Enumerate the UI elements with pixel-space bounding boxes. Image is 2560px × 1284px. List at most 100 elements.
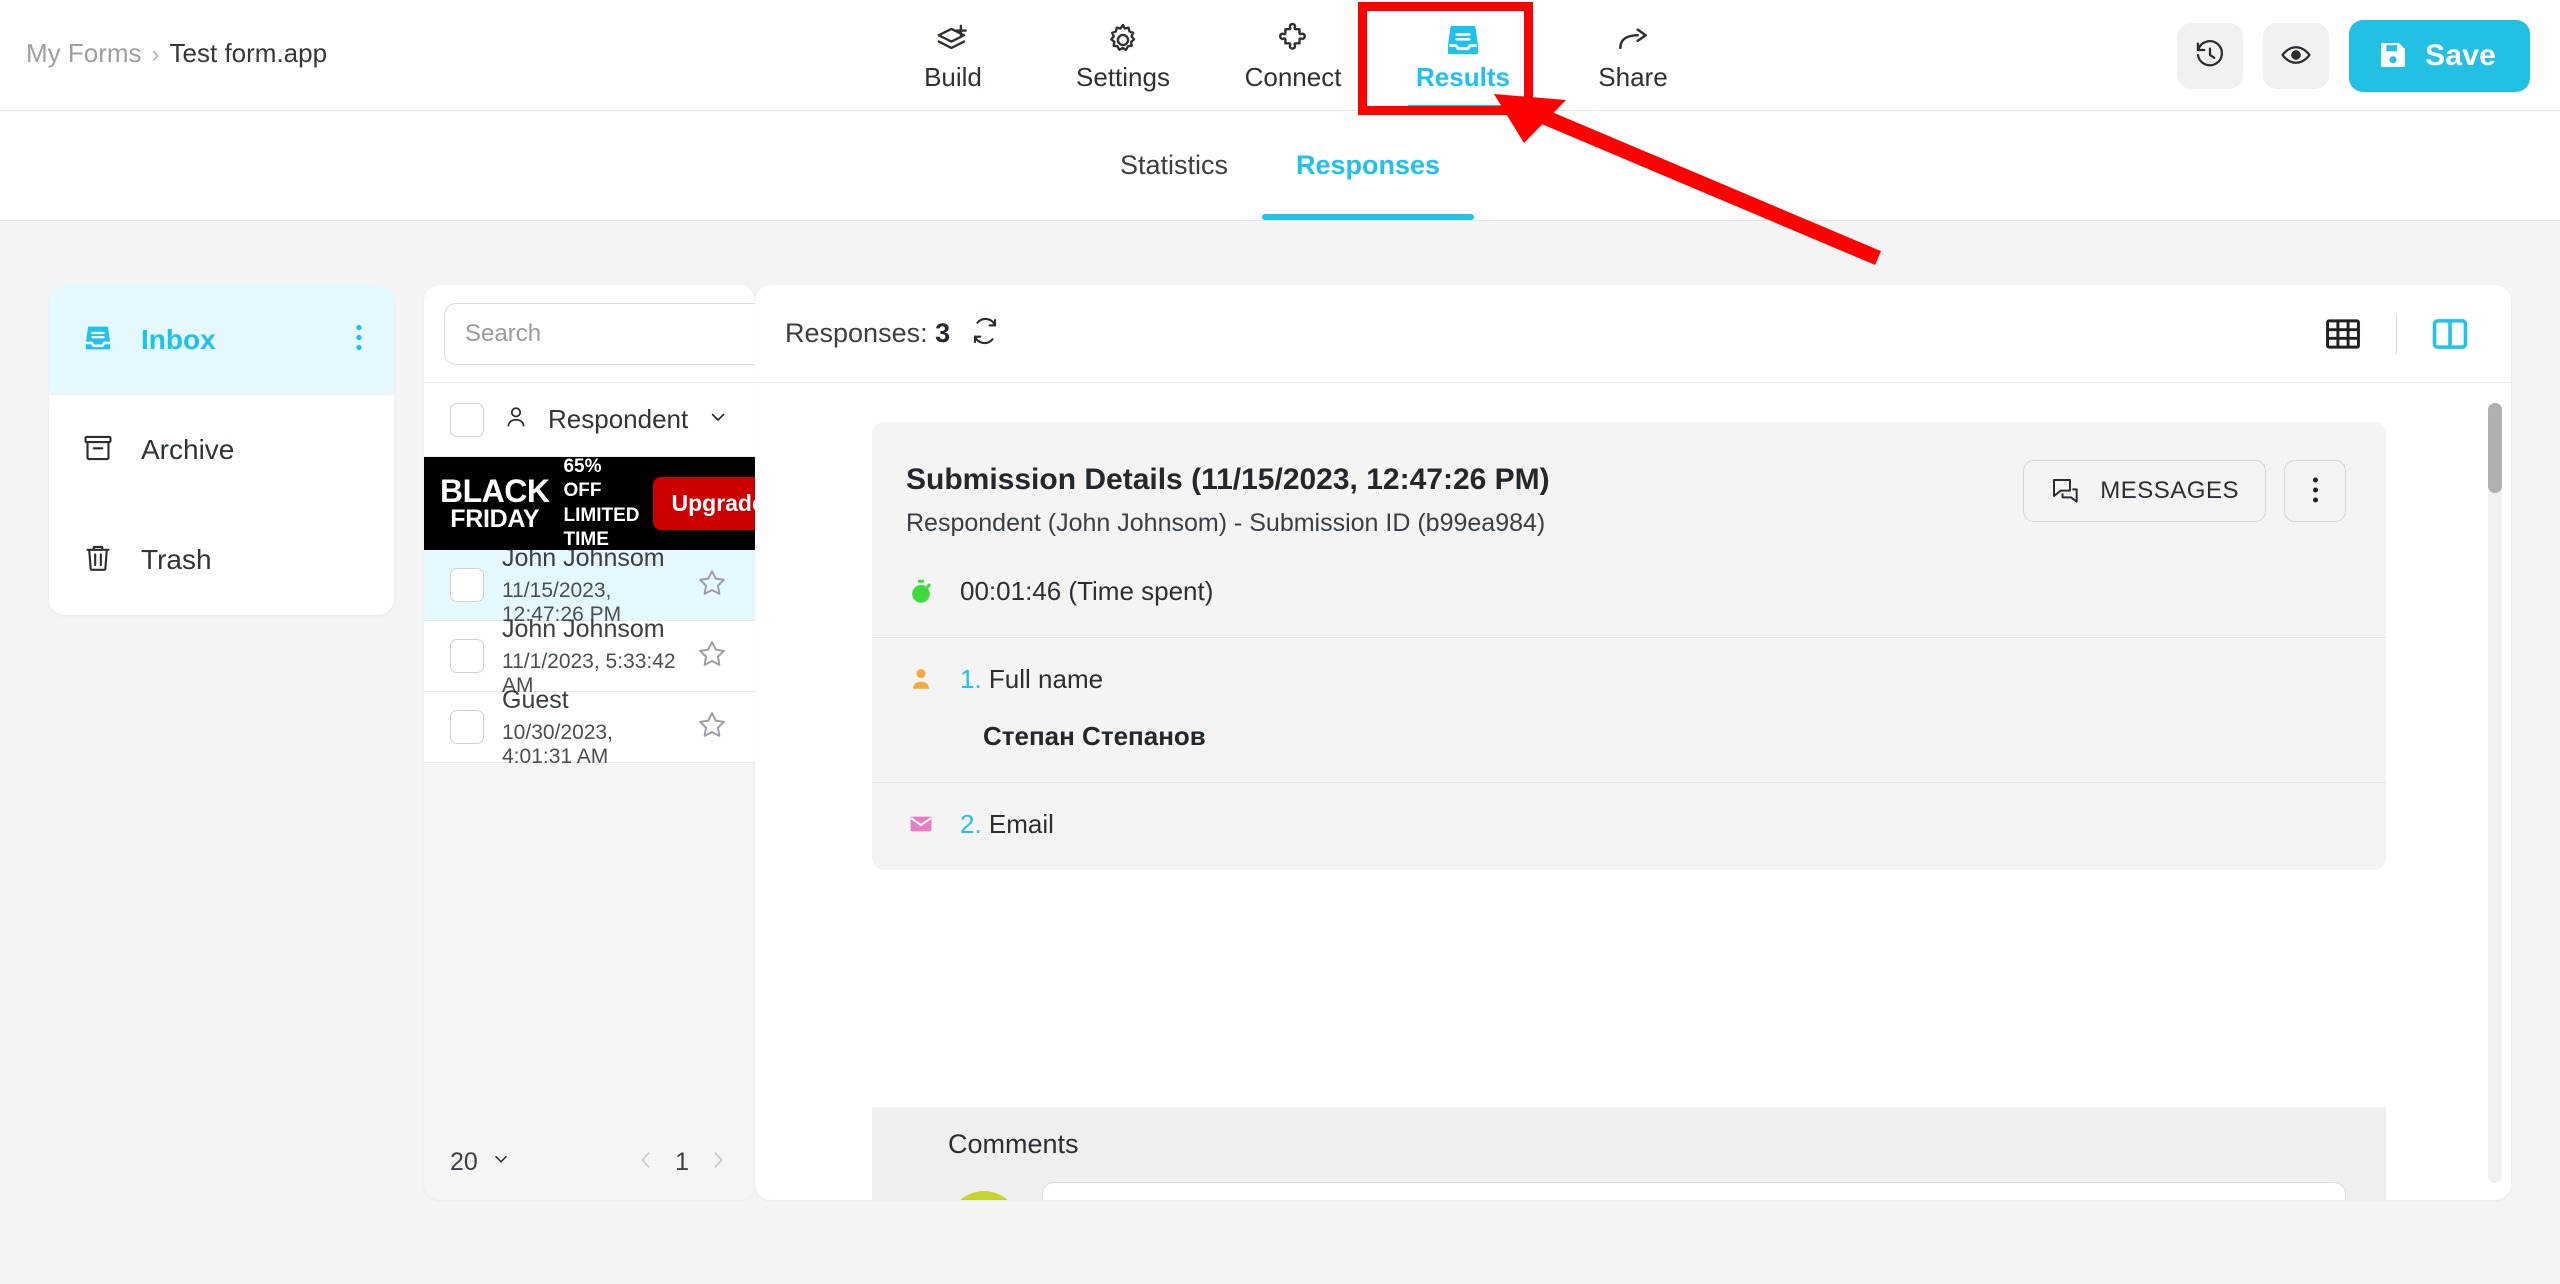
save-button-label: Save	[2425, 39, 2496, 72]
question-line: 2. Email	[906, 809, 2352, 840]
page-title: Submission Details (11/15/2023, 12:47:26…	[906, 463, 1550, 496]
folders-sidebar: Inbox Archive Trash	[49, 285, 394, 615]
time-spent-row: 00:01:46 (Time spent)	[872, 568, 2386, 637]
list-item-name: Guest	[502, 685, 569, 714]
responses-count-group: Responses: 3	[785, 316, 1000, 351]
breadcrumb-root[interactable]: My Forms	[26, 38, 142, 68]
black-friday-promo-banner[interactable]: BLACK FRIDAY UP TO 65% OFF LIMITED TIME …	[424, 432, 755, 574]
chevron-right-icon[interactable]	[707, 1146, 729, 1179]
question-label: Full name	[988, 663, 1104, 694]
list-item-name: John Johnsom	[502, 614, 665, 643]
list-item-body: Guest 10/30/2023, 4:01:31 AM	[502, 686, 677, 769]
star-icon[interactable]	[695, 637, 729, 676]
inbox-tray-icon	[81, 321, 115, 360]
submission-subtitle: Respondent (John Johnsom) - Submission I…	[906, 508, 1546, 537]
list-search-row	[424, 285, 755, 383]
question-label: Email	[988, 808, 1054, 839]
nav-item-connect[interactable]: Connect	[1208, 0, 1378, 111]
person-icon	[906, 664, 936, 692]
select-all-checkbox[interactable]	[450, 402, 484, 437]
list-item-date: 10/30/2023, 4:01:31 AM	[502, 720, 613, 768]
promo-logo-line2: FRIDAY	[450, 504, 540, 533]
detail-panel-header: Responses: 3	[755, 285, 2511, 383]
responses-list-panel: Respondent BLACK FRIDAY UP TO 65% OFF LI…	[424, 285, 755, 1200]
responses-count-value: 3	[935, 318, 951, 348]
row-checkbox[interactable]	[450, 568, 484, 602]
list-pagination: 20 1	[424, 1124, 755, 1200]
comment-input-box[interactable]	[1042, 1182, 2346, 1200]
chevron-down-icon	[490, 1148, 512, 1177]
nav-item-results[interactable]: Results	[1378, 0, 1548, 111]
detail-scrollbar-track[interactable]	[2488, 403, 2502, 1183]
split-columns-icon[interactable]	[2423, 307, 2477, 361]
nav-item-share[interactable]: Share	[1548, 0, 1718, 111]
chevron-left-icon[interactable]	[635, 1146, 657, 1179]
question-row: 1. Full name Степан Степанов	[872, 636, 2386, 782]
sidebar-item-trash[interactable]: Trash	[49, 505, 394, 615]
responses-count-label: Responses:	[785, 318, 928, 348]
search-box[interactable]	[444, 302, 755, 365]
current-page-number: 1	[675, 1147, 689, 1176]
detail-scrollbar-thumb[interactable]	[2488, 403, 2502, 493]
star-icon[interactable]	[695, 566, 729, 605]
list-item[interactable]: John Johnsom 11/1/2023, 5:33:42 AM	[424, 615, 755, 697]
nav-label-share: Share	[1598, 62, 1668, 92]
list-item[interactable]: Guest 10/30/2023, 4:01:31 AM	[424, 686, 755, 768]
view-toggle-group	[2316, 307, 2477, 361]
nav-item-settings[interactable]: Settings	[1038, 0, 1208, 111]
nav-label-build: Build	[924, 62, 982, 92]
floppy-disk-icon	[2377, 39, 2409, 74]
refresh-icon[interactable]	[970, 316, 1000, 351]
submission-kebab-button[interactable]	[2284, 460, 2346, 522]
tab-responses[interactable]: Responses	[1261, 110, 1475, 220]
messages-button[interactable]: MESSAGES	[2023, 460, 2266, 522]
history-clock-icon	[2193, 38, 2227, 75]
nav-label-results: Results	[1416, 62, 1510, 92]
upgrade-button[interactable]: Upgrade	[653, 477, 755, 530]
share-arrow-icon	[1614, 21, 1652, 59]
version-history-button[interactable]	[2177, 23, 2244, 89]
avatar: J	[948, 1191, 1020, 1200]
pager-controls: 1	[635, 1146, 729, 1179]
submission-detail-panel: Responses: 3 Submission Details (11/15/2…	[755, 285, 2511, 1200]
inbox-tray-icon	[1444, 21, 1482, 59]
time-spent-line: 00:01:46 (Time spent)	[906, 576, 2352, 607]
question-text: 2. Email	[960, 809, 1054, 840]
promo-logo-line1: BLACK	[440, 473, 550, 510]
chevron-down-icon[interactable]	[706, 405, 730, 434]
app-header: My Forms › Test form.app Build Settings	[0, 0, 2560, 111]
chat-bubbles-icon	[2050, 474, 2082, 509]
page-size-selector[interactable]: 20	[450, 1148, 512, 1177]
breadcrumb: My Forms › Test form.app	[26, 38, 327, 69]
build-layers-plus-icon	[934, 21, 972, 59]
grid-table-icon[interactable]	[2316, 307, 2370, 361]
detail-scroll-area: Submission Details (11/15/2023, 12:47:26…	[755, 383, 2511, 1200]
eye-icon	[2279, 38, 2313, 75]
search-input[interactable]	[465, 319, 755, 348]
star-icon[interactable]	[695, 708, 729, 747]
inbox-kebab-menu-icon[interactable]	[354, 321, 364, 360]
workspace: Inbox Archive Trash Search Respondent BL…	[0, 221, 2560, 1284]
response-items-list: John Johnsom 11/15/2023, 12:47:26 PM Joh…	[424, 550, 755, 1124]
header-actions: Save	[2177, 20, 2530, 92]
nav-item-build[interactable]: Build	[868, 0, 1038, 111]
breadcrumb-current: Test form.app	[169, 38, 328, 68]
save-button[interactable]: Save	[2349, 20, 2530, 92]
question-line: 1. Full name	[906, 664, 2352, 695]
tab-statistics[interactable]: Statistics	[1086, 110, 1262, 220]
nav-label-connect: Connect	[1244, 62, 1342, 92]
submission-card-actions: MESSAGES	[2023, 460, 2346, 522]
archive-box-icon	[81, 431, 115, 470]
question-text: 1. Full name	[960, 664, 1103, 695]
list-item[interactable]: John Johnsom 11/15/2023, 12:47:26 PM	[424, 550, 755, 626]
gear-icon	[1104, 21, 1142, 59]
row-checkbox[interactable]	[450, 639, 484, 673]
sidebar-item-archive[interactable]: Archive	[49, 395, 394, 505]
row-checkbox[interactable]	[450, 710, 484, 744]
view-toggle-divider	[2396, 313, 2397, 354]
preview-button[interactable]	[2263, 23, 2330, 89]
question-answer: Степан Степанов	[983, 720, 1206, 751]
sidebar-item-trash-label: Trash	[141, 544, 212, 575]
sidebar-item-inbox[interactable]: Inbox	[49, 285, 394, 395]
submission-card-titles: Submission Details (11/15/2023, 12:47:26…	[906, 460, 1550, 538]
